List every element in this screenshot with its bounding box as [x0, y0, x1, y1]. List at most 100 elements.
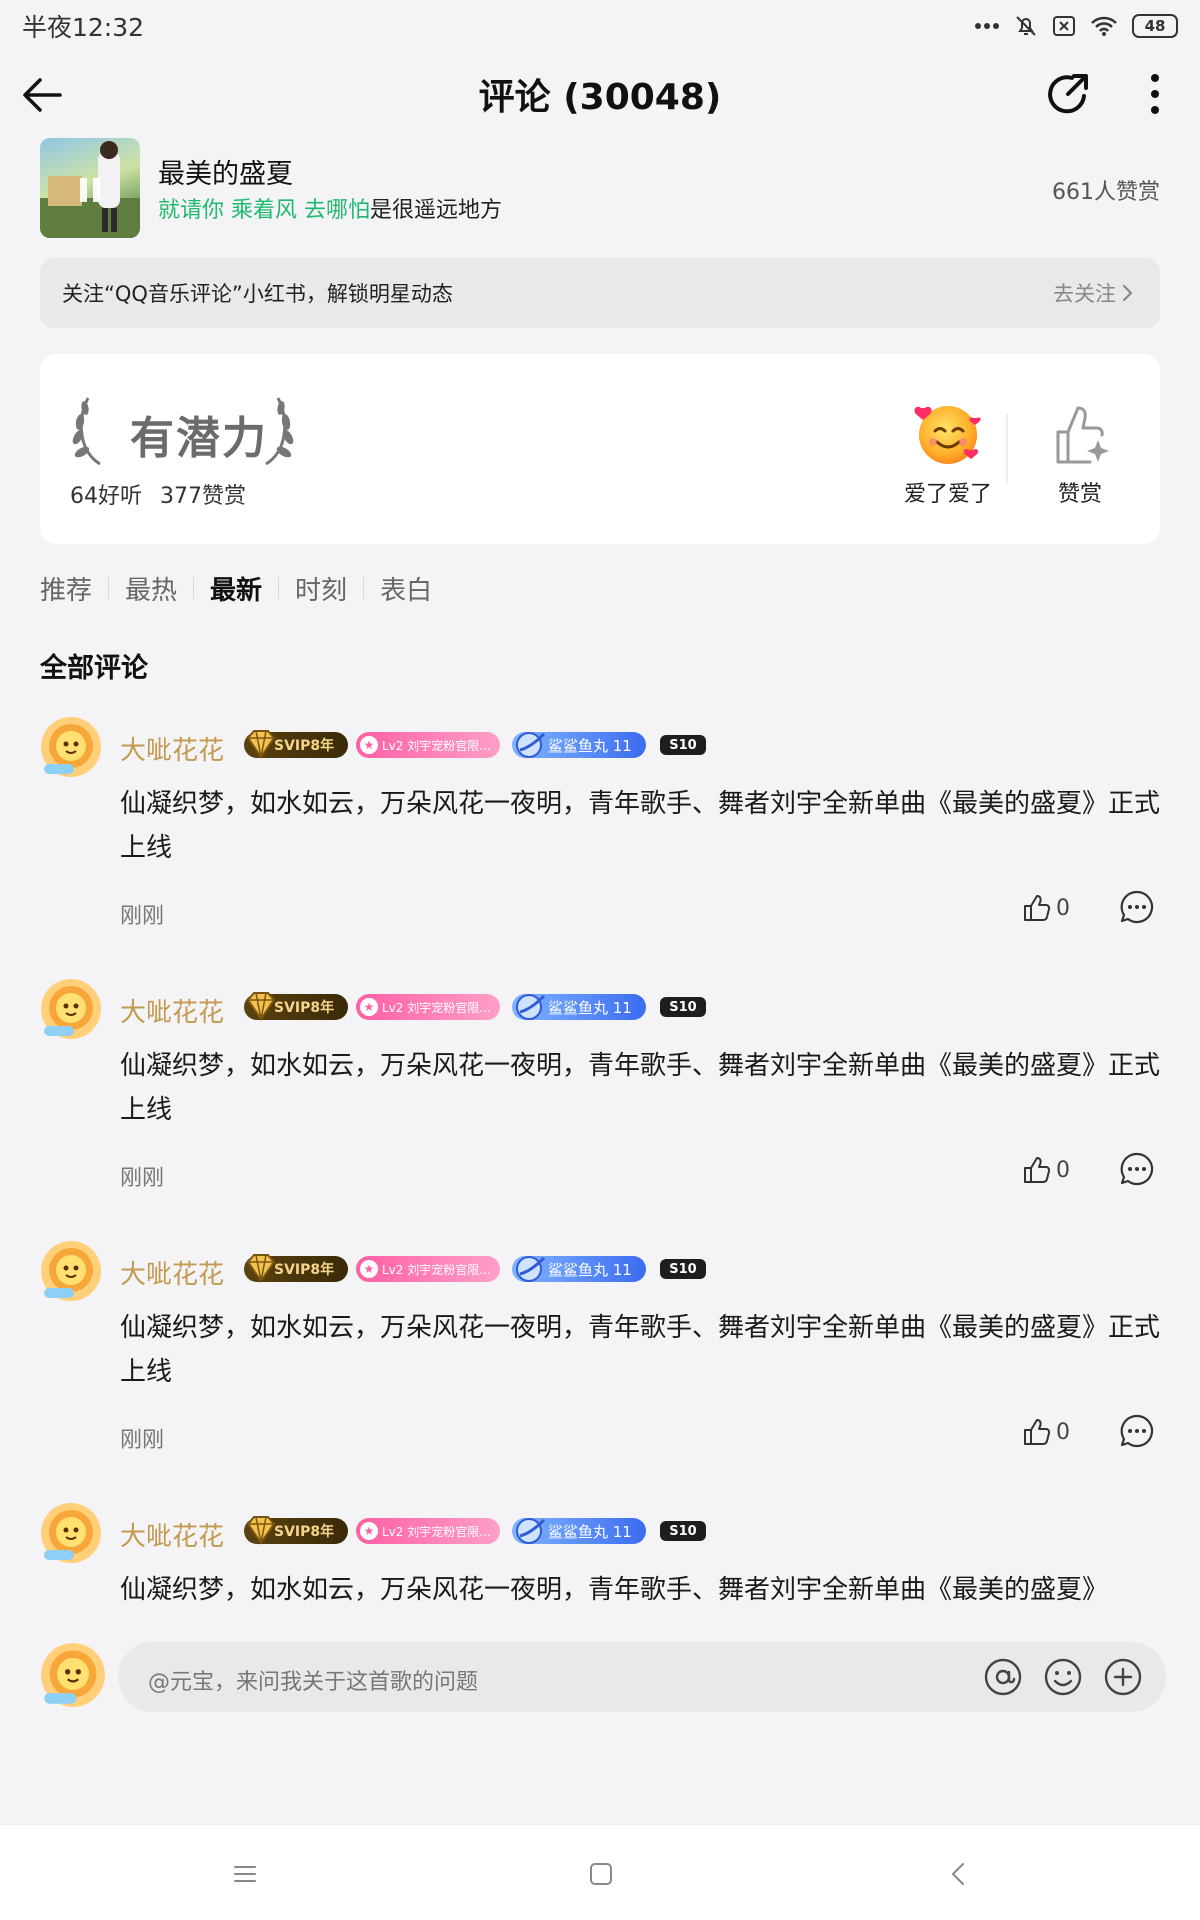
username[interactable]: 大呲花花 — [120, 992, 224, 1029]
reward-button[interactable]: 赞赏 — [1030, 398, 1130, 518]
thumbs-up-icon — [1024, 1419, 1051, 1445]
reward-count: 377赞赏 — [160, 484, 246, 509]
star-icon: ★ — [360, 1260, 378, 1278]
tab-separator — [363, 577, 365, 599]
s10-badge[interactable]: S10 — [660, 1521, 706, 1541]
like-button[interactable]: 0 — [1022, 888, 1070, 928]
tab-moments[interactable]: 时刻 — [295, 570, 347, 607]
level-badge[interactable]: ★ Lv2 刘宇宠粉官限... — [356, 1518, 500, 1544]
svip-badge[interactable]: SVIP8年 — [244, 1516, 348, 1545]
card-divider — [1006, 414, 1008, 484]
username[interactable]: 大呲花花 — [120, 1516, 224, 1553]
like-button[interactable]: 0 — [1022, 1412, 1070, 1452]
wing-icon — [516, 994, 546, 1020]
fan-badge[interactable]: 鲨鲨鱼丸 11 — [512, 1518, 646, 1544]
comment-input[interactable]: @元宝，来问我关于这首歌的问题 — [118, 1642, 1166, 1712]
fan-badge[interactable]: 鲨鲨鱼丸 11 — [512, 732, 646, 758]
my-avatar[interactable] — [40, 1642, 106, 1708]
level-badge[interactable]: ★ Lv2 刘宇宠粉官限... — [356, 1256, 500, 1282]
s10-badge[interactable]: S10 — [660, 1259, 706, 1279]
username[interactable]: 大呲花花 — [120, 1254, 224, 1291]
potential-stats: 64好听 377赞赏 — [70, 478, 246, 510]
diamond-icon — [246, 1516, 276, 1545]
level-badge[interactable]: ★ Lv2 刘宇宠粉官限... — [356, 732, 500, 758]
song-title: 最美的盛夏 — [158, 159, 293, 190]
reply-bubble-icon[interactable] — [1118, 888, 1156, 926]
tab-separator — [108, 577, 110, 599]
fan-badge[interactable]: 鲨鲨鱼丸 11 — [512, 1256, 646, 1282]
fan-badge[interactable]: 鲨鲨鱼丸 11 — [512, 994, 646, 1020]
smiling-hearts-emoji-icon — [914, 406, 981, 464]
back-arrow-icon[interactable] — [20, 72, 66, 118]
comment-item: 大呲花花 SVIP8年 ★ Lv2 刘宇宠粉官限... 鲨鲨鱼丸 11 S10 … — [0, 978, 1200, 1240]
diamond-icon — [246, 730, 276, 759]
song-info[interactable]: 最美的盛夏 就请你 乘着风 去哪怕是很遥远地方 661人赞赏 — [40, 138, 1160, 238]
tab-confession[interactable]: 表白 — [380, 570, 432, 607]
page-title: 评论 (30048) — [478, 77, 722, 118]
s10-badge[interactable]: S10 — [660, 735, 706, 755]
wing-icon — [516, 1518, 546, 1544]
home-square-icon[interactable] — [586, 1859, 616, 1889]
menu-icon[interactable] — [230, 1859, 260, 1889]
tab-hot[interactable]: 最热 — [125, 570, 177, 607]
fan-label: 鲨鲨鱼丸 11 — [548, 1522, 632, 1541]
s10-label: S10 — [669, 1523, 697, 1539]
reply-bubble-icon[interactable] — [1118, 1412, 1156, 1450]
potential-card: 有潜力 64好听 377赞赏 爱了爱了 赞赏 — [40, 354, 1160, 544]
user-avatar[interactable] — [40, 978, 102, 1040]
follow-button-label: 去关注 — [1053, 282, 1116, 306]
comment-time: 刚刚 — [120, 1166, 165, 1191]
s10-badge[interactable]: S10 — [660, 997, 706, 1017]
comment-input-placeholder: @元宝，来问我关于这首歌的问题 — [148, 1670, 479, 1695]
tab-latest[interactable]: 最新 — [210, 570, 262, 607]
follow-banner[interactable]: 关注“QQ音乐评论”小红书，解锁明星动态 去关注 — [40, 258, 1160, 328]
user-avatar[interactable] — [40, 1240, 102, 1302]
status-icons: 48 — [974, 14, 1178, 38]
level-badge[interactable]: ★ Lv2 刘宇宠粉官限... — [356, 994, 500, 1020]
song-reward-count[interactable]: 661人赞赏 — [1052, 174, 1160, 206]
svip-badge[interactable]: SVIP8年 — [244, 730, 348, 759]
more-vertical-icon[interactable] — [1140, 70, 1170, 118]
username[interactable]: 大呲花花 — [120, 730, 224, 767]
love-button[interactable]: 爱了爱了 — [892, 398, 1004, 518]
section-title: 全部评论 — [40, 653, 148, 684]
system-nav-bar — [0, 1824, 1200, 1920]
thumbs-up-icon — [1024, 1157, 1051, 1183]
back-chevron-icon[interactable] — [944, 1859, 974, 1889]
listen-count: 64好听 — [70, 484, 142, 509]
lyric-highlight: 就请你 乘着风 去哪怕 — [158, 198, 370, 223]
user-avatar[interactable] — [40, 1502, 102, 1564]
reply-bubble-icon[interactable] — [1118, 1150, 1156, 1188]
thumbs-up-sparkle-icon — [1056, 406, 1109, 464]
comment-input-bar: @元宝，来问我关于这首歌的问题 — [0, 1630, 1200, 1730]
love-label: 爱了爱了 — [903, 482, 992, 507]
battery-indicator: 48 — [1132, 14, 1178, 38]
comment-item: 大呲花花 SVIP8年 ★ Lv2 刘宇宠粉官限... 鲨鲨鱼丸 11 S10 … — [0, 716, 1200, 978]
svip-badge[interactable]: SVIP8年 — [244, 992, 348, 1021]
emoji-icon[interactable] — [1042, 1656, 1084, 1698]
reward-label: 赞赏 — [1057, 482, 1102, 507]
share-icon[interactable] — [1044, 70, 1092, 118]
thumbs-up-icon — [1024, 895, 1051, 921]
comment-time: 刚刚 — [120, 904, 165, 929]
plus-icon[interactable] — [1102, 1656, 1144, 1698]
tab-recommend[interactable]: 推荐 — [40, 570, 92, 607]
svip-label: SVIP8年 — [274, 1524, 335, 1540]
more-dots-icon — [975, 23, 999, 29]
potential-badge-text: 有潜力 — [130, 413, 268, 464]
pause-icon[interactable] — [78, 178, 102, 202]
status-bar: 半夜12:32 48 — [0, 0, 1200, 52]
s10-label: S10 — [669, 1261, 697, 1277]
song-cover[interactable] — [40, 138, 140, 238]
follow-button[interactable]: 去关注 — [1053, 278, 1134, 308]
comment-text: 仙凝织梦，如水如云，万朵风花一夜明，青年歌手、舞者刘宇全新单曲《最美的盛夏》正式… — [120, 1051, 1161, 1125]
svip-badge[interactable]: SVIP8年 — [244, 1254, 348, 1283]
diamond-icon — [246, 1254, 276, 1283]
bell-muted-icon — [1016, 16, 1036, 36]
user-avatar[interactable] — [40, 716, 102, 778]
at-icon[interactable] — [982, 1656, 1024, 1698]
follow-banner-text: 关注“QQ音乐评论”小红书，解锁明星动态 — [62, 282, 453, 306]
status-time: 半夜12:32 — [22, 13, 145, 42]
s10-label: S10 — [669, 737, 697, 753]
like-button[interactable]: 0 — [1022, 1150, 1070, 1190]
